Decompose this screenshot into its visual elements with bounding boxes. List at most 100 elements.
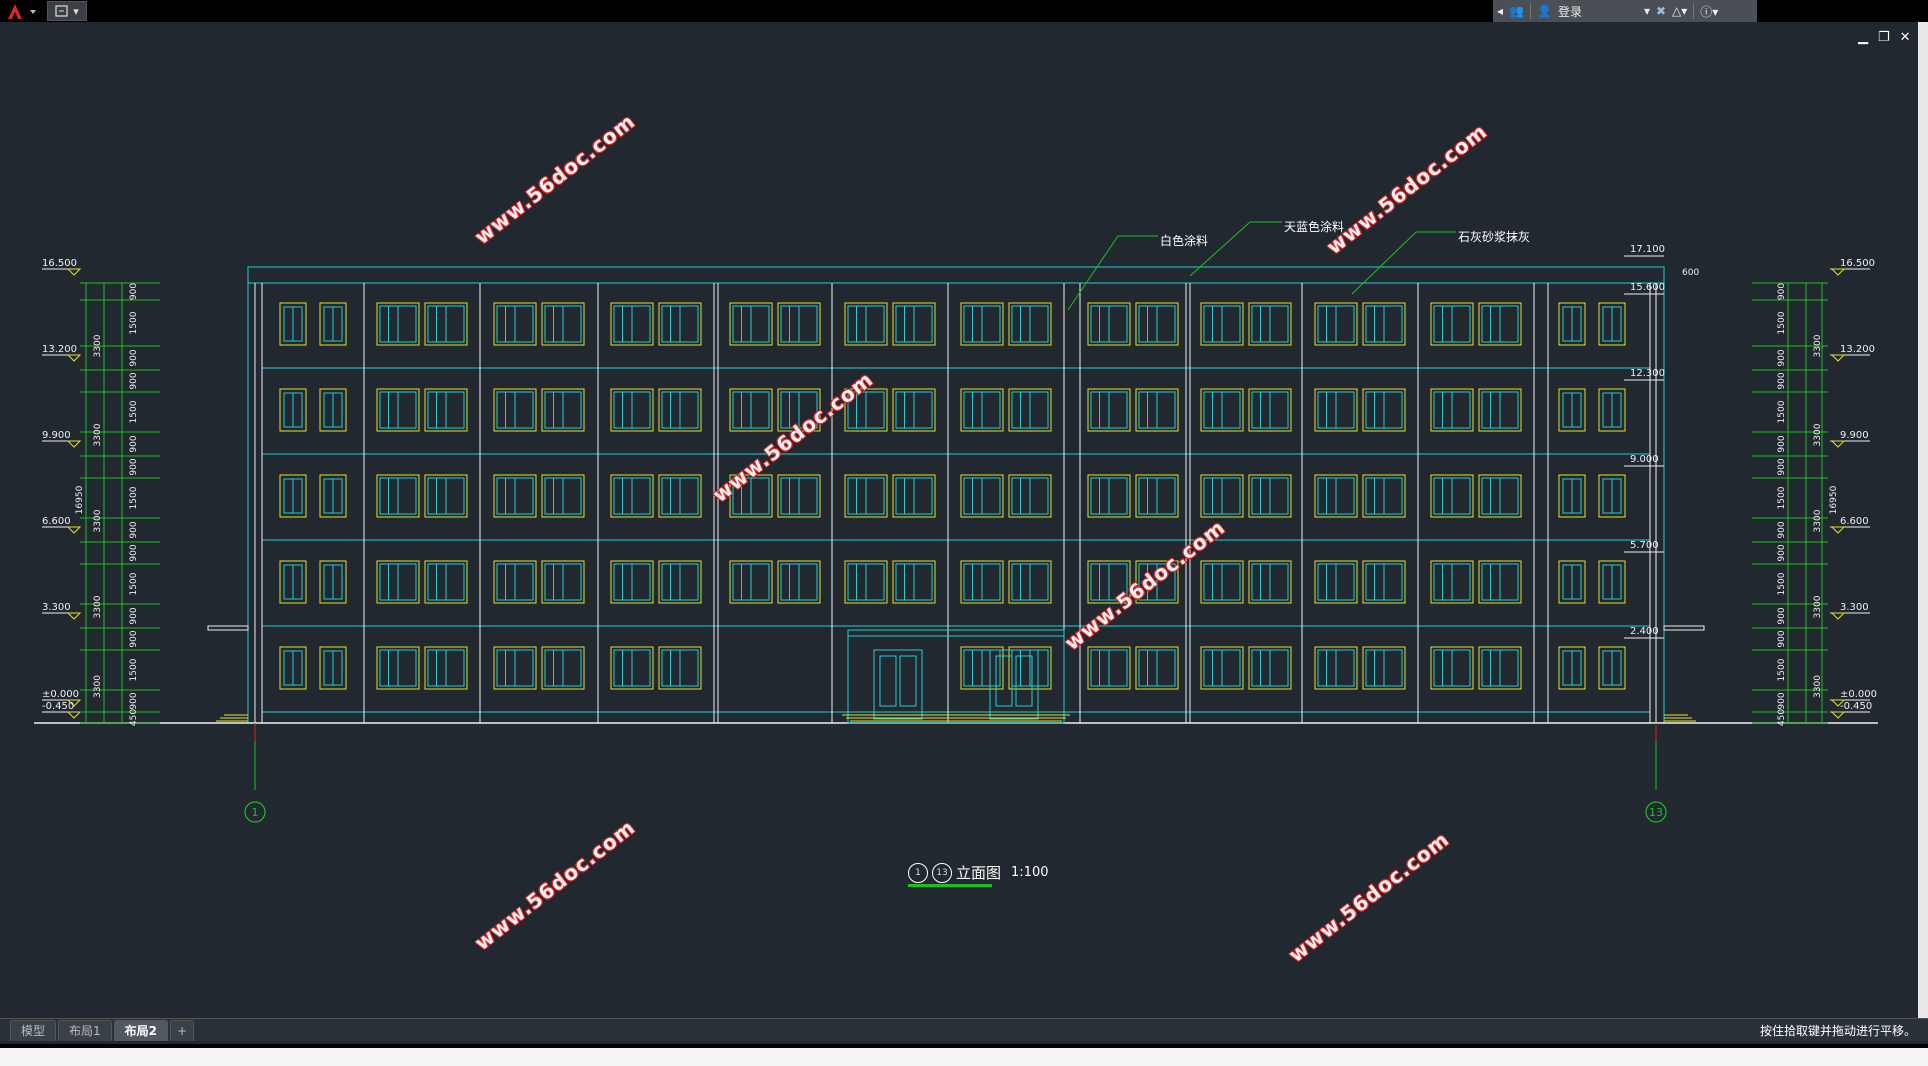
dim-label: 1500: [129, 658, 139, 681]
application-menu-button[interactable]: [2, 2, 42, 20]
triangle-icon[interactable]: △▾: [1672, 4, 1687, 18]
dim-label: 3300: [1813, 595, 1823, 618]
title-underline: [908, 884, 992, 887]
dim-label: 900: [1777, 458, 1787, 475]
left-level-label: 6.600: [42, 516, 71, 527]
dim-label: 900: [129, 372, 139, 389]
tab-add-layout[interactable]: +: [170, 1019, 195, 1041]
vertical-scrollbar[interactable]: [1918, 22, 1928, 1022]
door-leaf: [899, 655, 917, 707]
title-text: 立面图: [956, 864, 1002, 882]
dim-label: 900: [129, 521, 139, 538]
login-button[interactable]: 登录: [1558, 3, 1638, 20]
quick-access-button[interactable]: ▾: [47, 1, 87, 21]
separator: [1693, 3, 1695, 19]
note-white-paint: 白色涂料: [1160, 234, 1209, 248]
tab-layout1[interactable]: 布局1: [58, 1019, 112, 1041]
help-icon[interactable]: ⓘ▾: [1700, 3, 1718, 20]
inner-level-label: 5.700: [1630, 540, 1659, 551]
total-height-label: 16950: [75, 485, 85, 514]
entrance-door: [989, 649, 1039, 720]
dim-label: 900: [1777, 607, 1787, 624]
chevron-down-icon[interactable]: ▾: [1644, 4, 1650, 18]
user-icon: 👤: [1536, 4, 1552, 18]
dim-label: 900: [1777, 630, 1787, 647]
level-triangle: [66, 440, 82, 448]
dim-label: 3300: [93, 595, 103, 618]
dim-label: 3300: [93, 675, 103, 698]
level-triangle: [1830, 354, 1846, 362]
dim-label: 1500: [1777, 486, 1787, 509]
dim-label: 900: [1777, 521, 1787, 538]
dim-label: 1500: [1777, 400, 1787, 423]
status-bar: [0, 1048, 1928, 1066]
leader-line: [1351, 231, 1417, 295]
chevron-down-icon: ▾: [73, 4, 79, 18]
inner-level-label: 17.100: [1630, 244, 1665, 255]
dim-label: 900: [1777, 435, 1787, 452]
dim-label: 450: [1777, 709, 1787, 726]
dim-label: 1500: [129, 486, 139, 509]
side-ledge: [1663, 625, 1705, 631]
drawing-canvas[interactable]: 1 13 17.100 15.600 12.300 9.000 5.700 2.400 600 1…: [0, 22, 1918, 1022]
left-level-label: 16.500: [42, 258, 77, 269]
inner-level-label: 15.600: [1630, 282, 1665, 293]
door-leaf: [995, 655, 1013, 707]
dim-label: 900: [1777, 349, 1787, 366]
inner-level-label: 9.000: [1630, 454, 1659, 465]
dim-label: 900: [129, 630, 139, 647]
binoculars-icon[interactable]: 👥: [1509, 4, 1524, 18]
dim-label: 1500: [129, 311, 139, 334]
tab-layout2[interactable]: 布局2: [113, 1019, 169, 1041]
exchange-icon[interactable]: ✖: [1656, 4, 1666, 18]
right-level-label: 9.900: [1840, 430, 1869, 441]
right-level-label: -0.450: [1840, 701, 1872, 712]
autocad-logo-icon: [8, 4, 36, 19]
leader-line: [1067, 235, 1119, 311]
dim-label: 3300: [1813, 423, 1823, 446]
left-level-label: ±0.000: [42, 689, 79, 700]
title-scale: 1:100: [1011, 865, 1049, 880]
inner-level-label: 2.400: [1630, 626, 1659, 637]
dim-label: 900: [129, 544, 139, 561]
dim-label: 450: [129, 709, 139, 726]
right-level-label: 13.200: [1840, 344, 1875, 355]
right-level-label: 16.500: [1840, 258, 1875, 269]
dim-label: 1500: [1777, 311, 1787, 334]
level-triangle: [1830, 268, 1846, 276]
drawing-title: 1 13 立面图 1:100: [908, 862, 1048, 883]
dim-label: 900: [1777, 283, 1787, 300]
dim-label: 1500: [129, 400, 139, 423]
left-level-label: 9.900: [42, 430, 71, 441]
level-triangle: [1830, 612, 1846, 620]
level-triangle: [66, 354, 82, 362]
leader-line: [1189, 221, 1251, 277]
entrance-door: [873, 649, 923, 720]
right-level-label: ±0.000: [1840, 689, 1877, 700]
right-level-label: 3.300: [1840, 602, 1869, 613]
dim-label: 900: [1777, 544, 1787, 561]
chevron-left-icon[interactable]: ◂: [1497, 4, 1503, 18]
parapet-dim: 600: [1682, 268, 1699, 278]
total-height-label: 16950: [1829, 485, 1839, 514]
level-triangle: [1830, 440, 1846, 448]
dim-label: 900: [129, 458, 139, 475]
dim-label: 1500: [129, 572, 139, 595]
level-triangle: [66, 268, 82, 276]
layout-tabs: 模型 布局1 布局2 + 按住拾取键并拖动进行平移。: [0, 1018, 1928, 1041]
title-axis-to: 13: [932, 862, 952, 883]
tab-model[interactable]: 模型: [10, 1019, 57, 1041]
dim-label: 1500: [1777, 658, 1787, 681]
dim-label: 900: [129, 349, 139, 366]
dim-label: 3300: [1813, 509, 1823, 532]
dim-label: 900: [129, 607, 139, 624]
dim-label: 1500: [1777, 572, 1787, 595]
info-center: ◂ 👥 👤 登录 ▾ ✖ △▾ ⓘ▾: [1493, 0, 1757, 22]
inner-level-label: 12.300: [1630, 368, 1665, 379]
status-message: 按住拾取键并拖动进行平移。: [1759, 1023, 1916, 1038]
save-dropdown-icon: [55, 5, 68, 17]
dim-label: 3300: [1813, 675, 1823, 698]
dim-label: 3300: [93, 334, 103, 357]
level-triangle: [66, 711, 82, 719]
dim-label: 3300: [93, 423, 103, 446]
